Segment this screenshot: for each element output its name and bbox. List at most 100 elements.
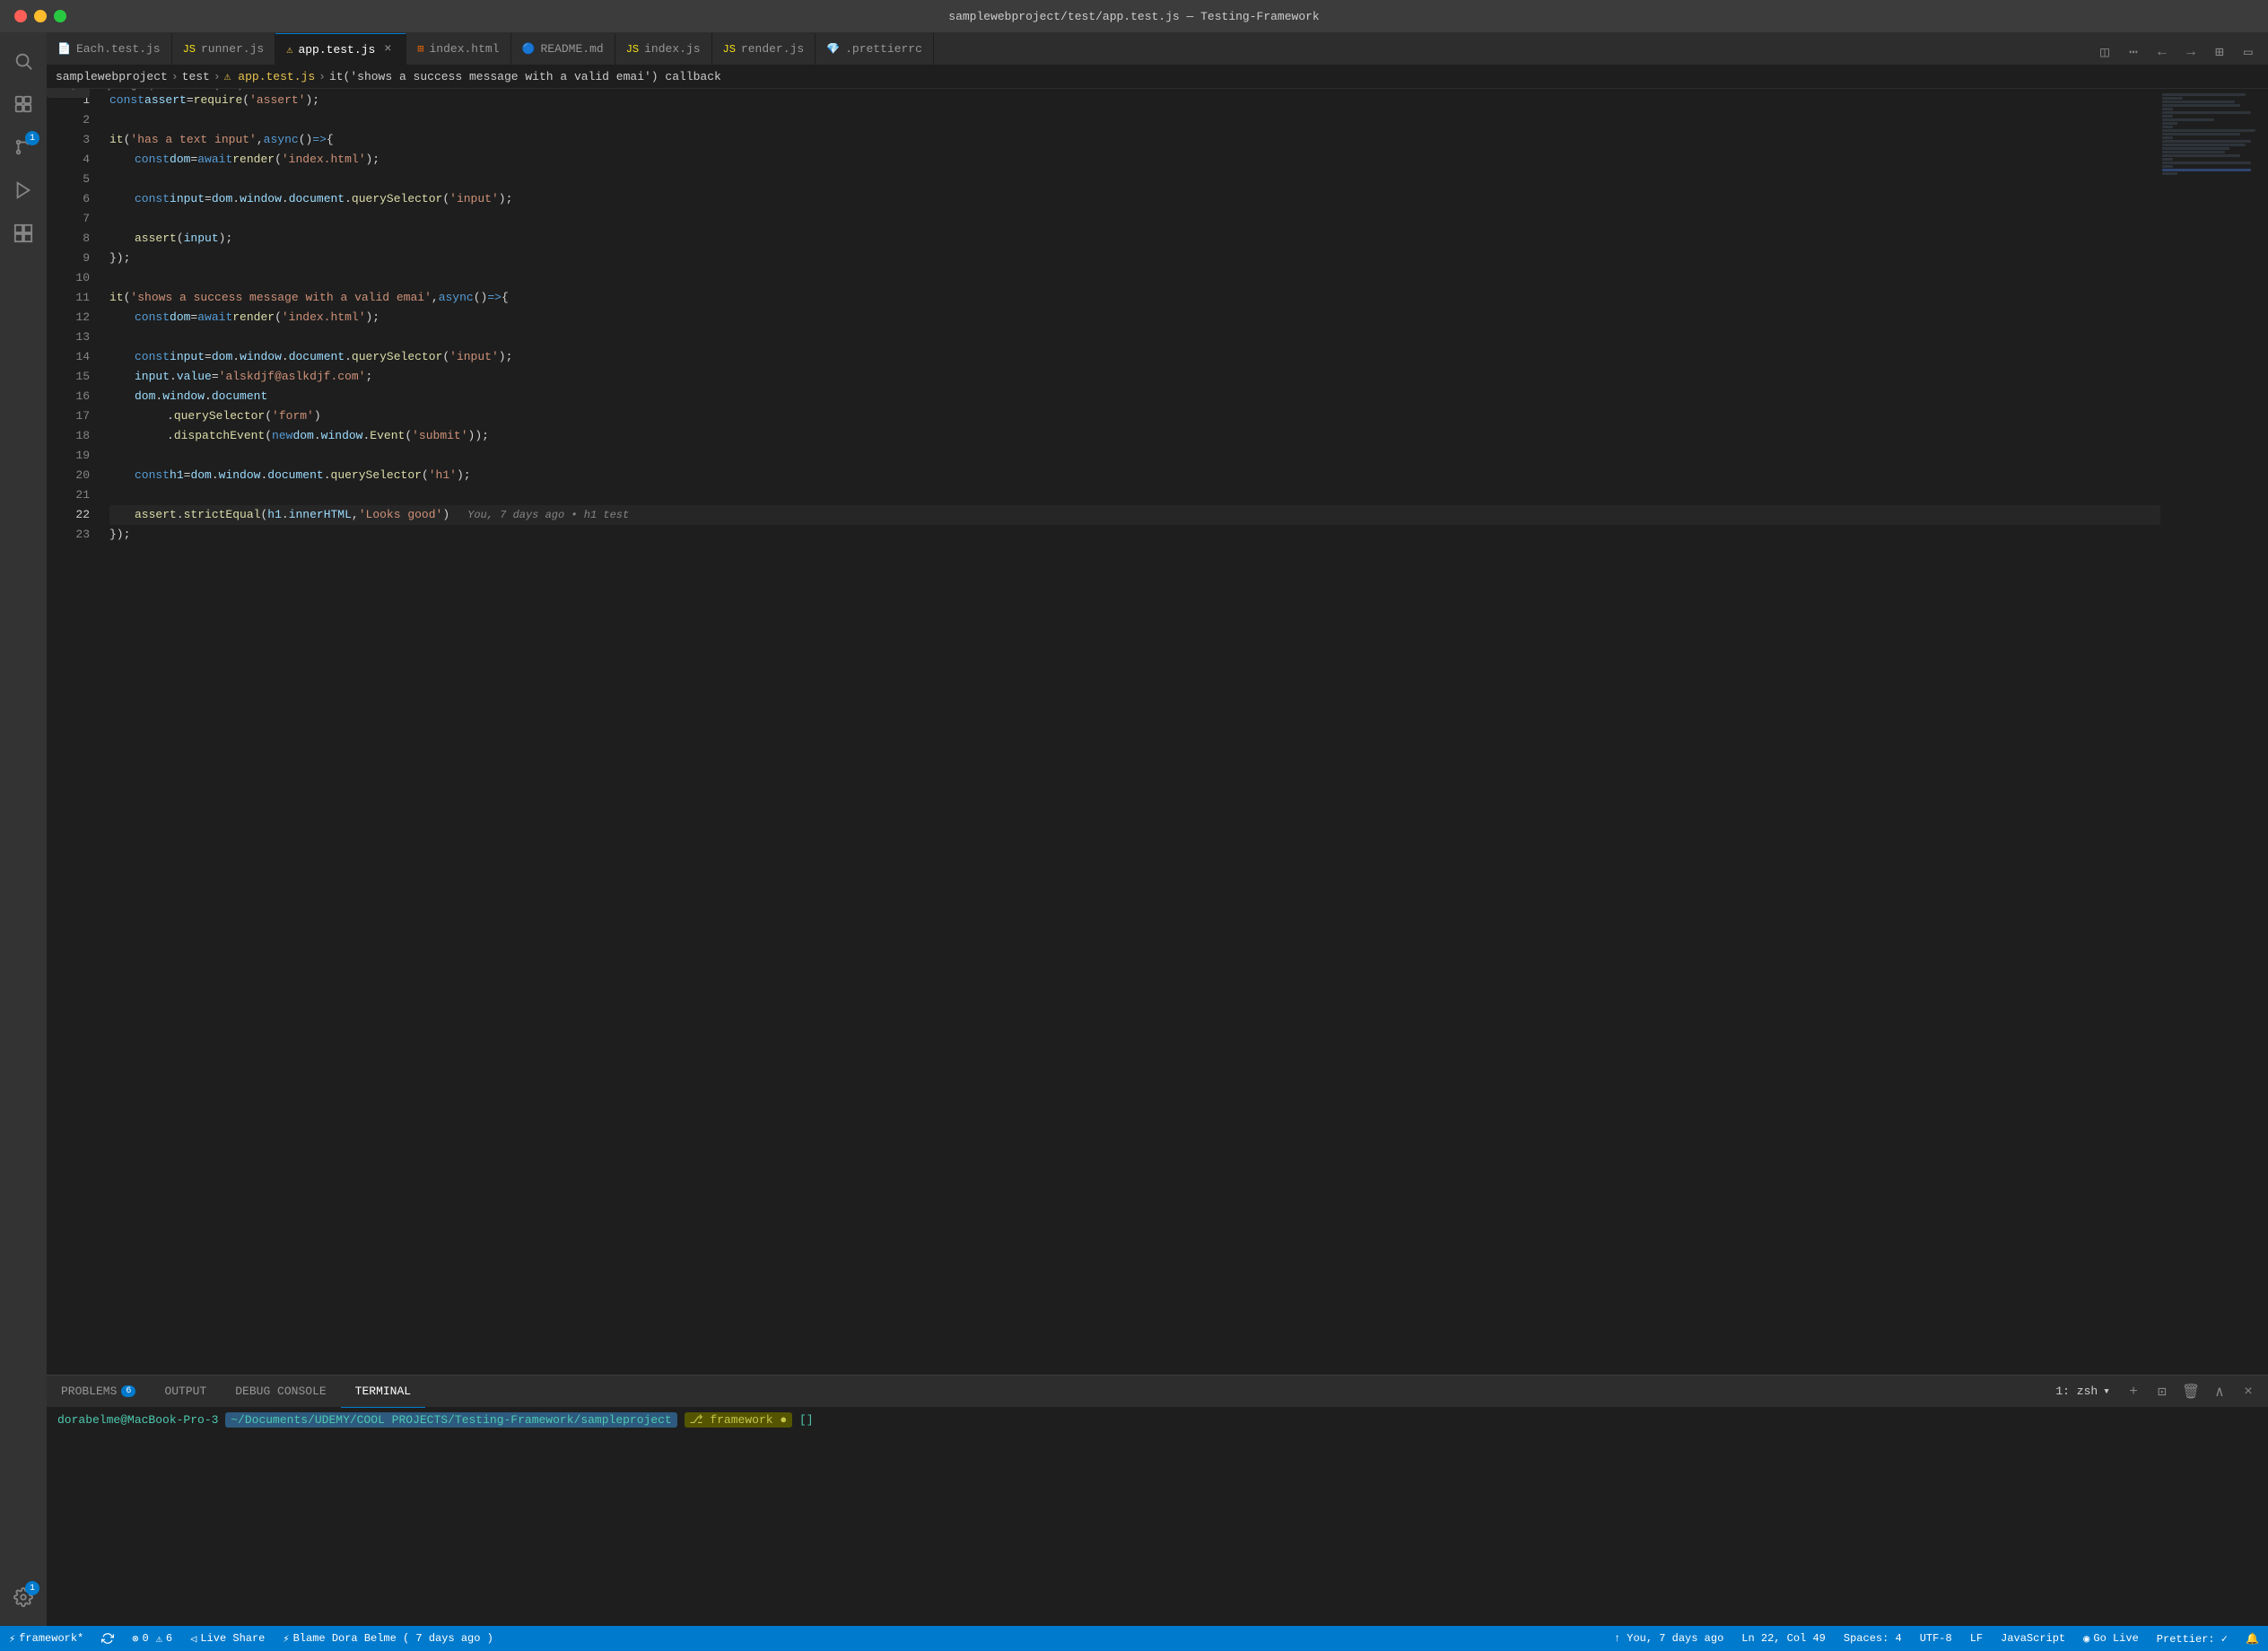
panel-tab-output[interactable]: OUTPUT: [150, 1376, 221, 1408]
open-changes-button[interactable]: ⊞: [2207, 39, 2232, 65]
breadcrumb-samplewebproject[interactable]: samplewebproject: [56, 70, 168, 83]
tab-index-html-label: index.html: [430, 42, 500, 56]
tab-render-js-label: render.js: [741, 42, 804, 56]
panel-tab-debug[interactable]: DEBUG CONSOLE: [221, 1376, 340, 1408]
more-actions-button[interactable]: ⋯: [2121, 39, 2146, 65]
tab-runner[interactable]: JS runner.js: [172, 33, 276, 65]
code-line-10: [109, 268, 2160, 288]
status-golive-label: Go Live: [2093, 1632, 2138, 1645]
status-notifications[interactable]: 🔔: [2237, 1626, 2268, 1651]
terminal-selector[interactable]: 1: zsh ▾: [2048, 1379, 2117, 1404]
line-numbers: You, 7 days ago | 1 author (You) 1 2 3 4…: [47, 89, 100, 1375]
kill-terminal-button[interactable]: 🗑: [2178, 1379, 2203, 1404]
status-golive[interactable]: ◉ Go Live: [2074, 1626, 2148, 1651]
close-panel-button[interactable]: ×: [2236, 1379, 2261, 1404]
git-badge: 1: [25, 131, 39, 145]
status-language[interactable]: JavaScript: [1992, 1626, 2074, 1651]
tab-apptest-close[interactable]: ×: [380, 42, 395, 57]
tab-runner-label: runner.js: [201, 42, 264, 56]
window-controls: [14, 10, 66, 22]
toggle-panel-button[interactable]: ▭: [2236, 39, 2261, 65]
remote-icon: ⚡: [9, 1632, 15, 1646]
tab-render-js[interactable]: JS render.js: [712, 33, 816, 65]
breadcrumb-apptest[interactable]: ⚠ app.test.js: [224, 70, 315, 83]
sidebar-item-search[interactable]: [2, 39, 45, 83]
editor-content: You, 7 days ago | 1 author (You) 1 2 3 4…: [47, 89, 2268, 1375]
tab-each[interactable]: 📄 Each.test.js: [47, 33, 172, 65]
terminal-content[interactable]: dorabelme@MacBook-Pro-3 ~/Documents/UDEM…: [47, 1408, 2268, 1626]
settings-badge: 1: [25, 1581, 39, 1595]
prompt-git-branch: ⎇ framework ●: [685, 1412, 793, 1428]
tab-readme-icon: 🔵: [522, 42, 536, 56]
sidebar-item-settings[interactable]: 1: [2, 1576, 45, 1619]
tab-index-js-icon: JS: [626, 43, 639, 56]
status-liveshare[interactable]: ◁ Live Share: [181, 1626, 274, 1651]
liveshare-icon: ◁: [190, 1632, 196, 1646]
status-git-user[interactable]: ↑ You, 7 days ago: [1605, 1626, 1732, 1651]
status-bar-left: ⚡ framework* ⊗ 0 ⚠ 6 ◁ Live Share ⚡ Blam…: [0, 1626, 502, 1651]
maximize-panel-button[interactable]: ∧: [2207, 1379, 2232, 1404]
status-position[interactable]: Ln 22, Col 49: [1732, 1626, 1835, 1651]
code-line-12: const dom = await render('index.html');: [109, 308, 2160, 328]
breadcrumb-test[interactable]: test: [182, 70, 210, 83]
sidebar-item-run[interactable]: [2, 169, 45, 212]
code-line-16: dom.window.document: [109, 387, 2160, 406]
status-spaces[interactable]: Spaces: 4: [1835, 1626, 1911, 1651]
inline-blame: You, 7 days ago • h1 test: [467, 505, 629, 525]
tab-readme[interactable]: 🔵 README.md: [511, 33, 615, 65]
code-line-14: const input = dom.window.document.queryS…: [109, 347, 2160, 367]
tab-apptest[interactable]: ⚠ app.test.js ×: [275, 33, 406, 65]
tab-index-html[interactable]: ⊞ index.html: [406, 33, 510, 65]
sidebar-item-extensions[interactable]: [2, 212, 45, 255]
status-prettier[interactable]: Prettier: ✓: [2148, 1626, 2237, 1651]
terminal-label: 1: zsh: [2055, 1385, 2098, 1398]
tab-apptest-icon: ⚠: [286, 43, 292, 57]
maximize-button[interactable]: [54, 10, 66, 22]
code-line-8: assert(input);: [109, 229, 2160, 249]
status-remote[interactable]: ⚡ framework*: [0, 1626, 92, 1651]
panel-tab-problems-label: PROBLEMS: [61, 1385, 117, 1398]
status-sync[interactable]: [92, 1626, 123, 1651]
code-line-17: .querySelector('form'): [109, 406, 2160, 426]
breadcrumb-callback[interactable]: it('shows a success message with a valid…: [329, 70, 721, 83]
blame-icon: ⚡: [283, 1632, 289, 1646]
code-line-1: const assert = require('assert');: [109, 91, 2160, 110]
status-position-label: Ln 22, Col 49: [1741, 1632, 1826, 1645]
split-editor-button[interactable]: ◫: [2092, 39, 2117, 65]
code-line-20: const h1 = dom.window.document.querySele…: [109, 466, 2160, 485]
status-errors[interactable]: ⊗ 0 ⚠ 6: [123, 1626, 181, 1651]
go-back-button[interactable]: ←: [2150, 39, 2175, 65]
tab-prettierrc[interactable]: 💎 .prettierrc: [816, 33, 934, 65]
status-eol[interactable]: LF: [1961, 1626, 1992, 1651]
status-blame-label: Blame Dora Belme ( 7 days ago ): [293, 1632, 493, 1645]
status-spaces-label: Spaces: 4: [1844, 1632, 1902, 1645]
terminal-chevron-icon: ▾: [2103, 1385, 2110, 1398]
status-encoding[interactable]: UTF-8: [1911, 1626, 1961, 1651]
sidebar-item-git[interactable]: 1: [2, 126, 45, 169]
minimize-button[interactable]: [34, 10, 47, 22]
code-editor[interactable]: const assert = require('assert'); it('ha…: [100, 89, 2160, 1375]
panel-tab-debug-label: DEBUG CONSOLE: [235, 1385, 326, 1398]
panel-tab-problems[interactable]: PROBLEMS 6: [47, 1376, 150, 1408]
warnings-icon: ⚠: [156, 1632, 162, 1646]
split-terminal-button[interactable]: ⊡: [2150, 1379, 2175, 1404]
status-blame[interactable]: ⚡ Blame Dora Belme ( 7 days ago ): [274, 1626, 502, 1651]
panel-tab-bar: PROBLEMS 6 OUTPUT DEBUG CONSOLE TERMINAL…: [47, 1376, 2268, 1408]
title-bar: samplewebproject/test/app.test.js — Test…: [0, 0, 2268, 32]
minimap: [2160, 89, 2268, 1375]
tab-prettierrc-label: .prettierrc: [845, 42, 922, 56]
go-forward-button[interactable]: →: [2178, 39, 2203, 65]
close-button[interactable]: [14, 10, 27, 22]
tab-each-icon: 📄: [57, 42, 71, 56]
sidebar-item-explorer[interactable]: [2, 83, 45, 126]
panel-tab-terminal[interactable]: TERMINAL: [341, 1376, 425, 1408]
code-line-23: });: [109, 525, 2160, 545]
editor-area: 📄 Each.test.js JS runner.js ⚠ app.test.j…: [47, 32, 2268, 1626]
status-language-label: JavaScript: [2001, 1632, 2065, 1645]
new-terminal-button[interactable]: +: [2121, 1379, 2146, 1404]
tab-bar-actions: ◫ ⋯ ← → ⊞ ▭: [2085, 39, 2268, 65]
warning-count: 6: [166, 1632, 172, 1645]
code-line-13: [109, 328, 2160, 347]
terminal-prompt-line: dorabelme@MacBook-Pro-3 ~/Documents/UDEM…: [57, 1413, 2257, 1427]
tab-index-js[interactable]: JS index.js: [615, 33, 712, 65]
